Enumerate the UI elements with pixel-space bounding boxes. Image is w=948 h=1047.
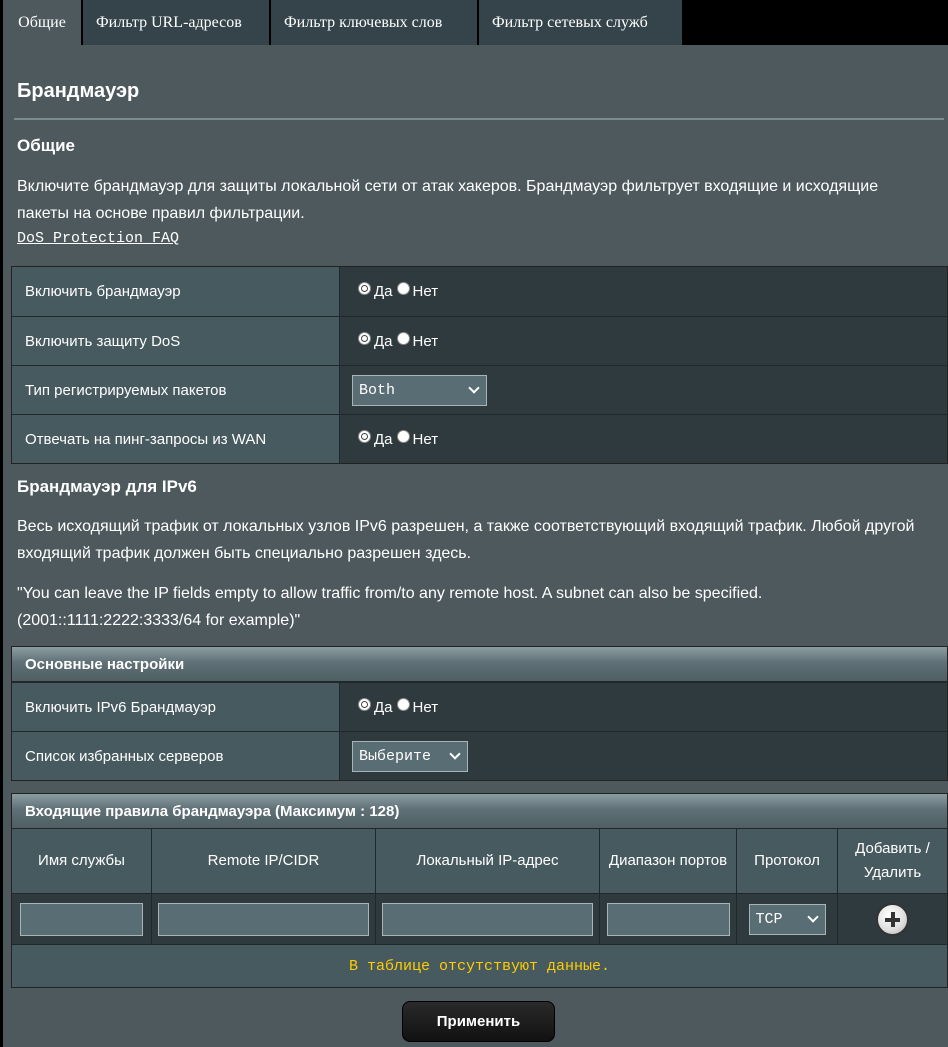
inbound-rules-table: Входящие правила брандмауэра (Максимум :… [11, 793, 948, 988]
logged-packets-label: Тип регистрируемых пакетов [12, 366, 340, 414]
logged-packets-select[interactable]: Both [352, 374, 487, 406]
tab-bar: Общие Фильтр URL-адресов Фильтр ключевых… [0, 0, 684, 45]
col-port-range: Диапазон портов [600, 829, 737, 893]
empty-table-message: В таблице отсутствуют данные. [12, 945, 947, 987]
enable-dos-row: Включить защиту DoS Да Нет [12, 316, 947, 365]
tab-general[interactable]: Общие [3, 0, 81, 45]
basic-settings-header: Основные настройки [12, 647, 947, 682]
favorite-servers-row: Список избранных серверов Выберите [12, 731, 947, 780]
radio-no-label: Нет [412, 332, 439, 350]
favorite-servers-select[interactable]: Выберите [352, 740, 468, 772]
tab-url-filter[interactable]: Фильтр URL-адресов [83, 0, 269, 45]
new-rule-row: TCP [12, 894, 947, 945]
radio-unselected-icon [396, 697, 410, 711]
col-local-ip: Локальный IP-адрес [376, 829, 600, 893]
enable-dos-no-radio[interactable]: Нет [396, 331, 439, 350]
general-settings-table: Включить брандмауэр Да Нет Включить защи… [11, 266, 948, 464]
wan-ping-yes-radio[interactable]: Да [358, 429, 393, 448]
radio-no-label: Нет [412, 430, 439, 448]
radio-no-label: Нет [412, 698, 439, 716]
enable-ipv6-firewall-row: Включить IPv6 Брандмауэр Да Нет [12, 682, 947, 731]
port-range-input[interactable] [606, 902, 730, 936]
radio-unselected-icon [396, 429, 410, 443]
enable-firewall-row: Включить брандмауэр Да Нет [12, 267, 947, 316]
col-remote-ip: Remote IP/CIDR [152, 829, 376, 893]
local-ip-input[interactable] [382, 902, 593, 936]
apply-button[interactable]: Применить [402, 1001, 555, 1042]
radio-no-label: Нет [412, 283, 439, 300]
favorite-servers-label: Список избранных серверов [12, 732, 340, 780]
tab-keyword-filter[interactable]: Фильтр ключевых слов [271, 0, 477, 45]
protocol-value: TCP [755, 910, 783, 928]
logged-packets-value: Both [359, 381, 396, 399]
radio-unselected-icon [396, 282, 410, 295]
page-title: Брандмауэр [17, 80, 140, 102]
radio-selected-icon [358, 282, 371, 295]
remote-ip-input[interactable] [158, 902, 369, 936]
ipv6-basic-settings-table: Основные настройки Включить IPv6 Брандма… [11, 646, 948, 781]
enable-ipv6-firewall-label: Включить IPv6 Брандмауэр [12, 683, 340, 731]
radio-yes-label: Да [374, 332, 393, 350]
radio-yes-label: Да [374, 283, 393, 300]
col-protocol: Протокол [737, 829, 838, 893]
inbound-rules-header: Входящие правила брандмауэра (Максимум :… [12, 794, 947, 829]
chevron-down-icon [468, 381, 480, 394]
content-panel: Брандмауэр Общие Включите брандмауэр для… [3, 45, 948, 1047]
chevron-down-icon [806, 910, 819, 923]
ipv6-heading: Брандмауэр для IPv6 [17, 477, 197, 496]
radio-selected-icon [358, 331, 371, 345]
enable-dos-yes-radio[interactable]: Да [358, 331, 393, 350]
enable-ipv6-no-radio[interactable]: Нет [396, 697, 439, 716]
title-divider [14, 118, 944, 120]
radio-yes-label: Да [374, 698, 393, 716]
tab-network-services-filter[interactable]: Фильтр сетевых служб [479, 0, 682, 45]
col-service-name: Имя службы [12, 829, 152, 893]
wan-ping-no-radio[interactable]: Нет [396, 429, 439, 448]
inbound-rules-columns: Имя службы Remote IP/CIDR Локальный IP-а… [12, 829, 947, 894]
enable-firewall-no-radio[interactable]: Нет [396, 282, 439, 300]
col-add-delete: Добавить / Удалить [855, 840, 930, 881]
enable-firewall-yes-radio[interactable]: Да [358, 282, 393, 300]
wan-ping-row: Отвечать на пинг-запросы из WAN Да Нет [12, 414, 947, 463]
enable-firewall-label: Включить брандмауэр [12, 267, 340, 316]
enable-dos-label: Включить защиту DoS [12, 317, 340, 365]
general-heading: Общие [17, 136, 75, 155]
general-description: Включите брандмауэр для защиты локальной… [17, 178, 879, 222]
protocol-select[interactable]: TCP [748, 903, 826, 935]
ipv6-description: Весь исходящий трафик от локальных узлов… [17, 518, 915, 562]
favorite-servers-value: Выберите [359, 747, 432, 765]
logged-packets-row: Тип регистрируемых пакетов Both [12, 365, 947, 414]
radio-unselected-icon [396, 331, 410, 345]
dos-faq-link[interactable]: DoS Protection FAQ [17, 230, 179, 247]
wan-ping-label: Отвечать на пинг-запросы из WAN [12, 415, 340, 463]
chevron-down-icon [449, 747, 461, 760]
service-name-input[interactable] [20, 902, 143, 936]
enable-ipv6-yes-radio[interactable]: Да [358, 697, 393, 716]
radio-yes-label: Да [374, 430, 393, 448]
radio-selected-icon [358, 697, 371, 711]
add-rule-button[interactable] [876, 902, 909, 936]
ipv6-note: "You can leave the IP fields empty to al… [17, 585, 763, 629]
radio-selected-icon [358, 429, 371, 443]
